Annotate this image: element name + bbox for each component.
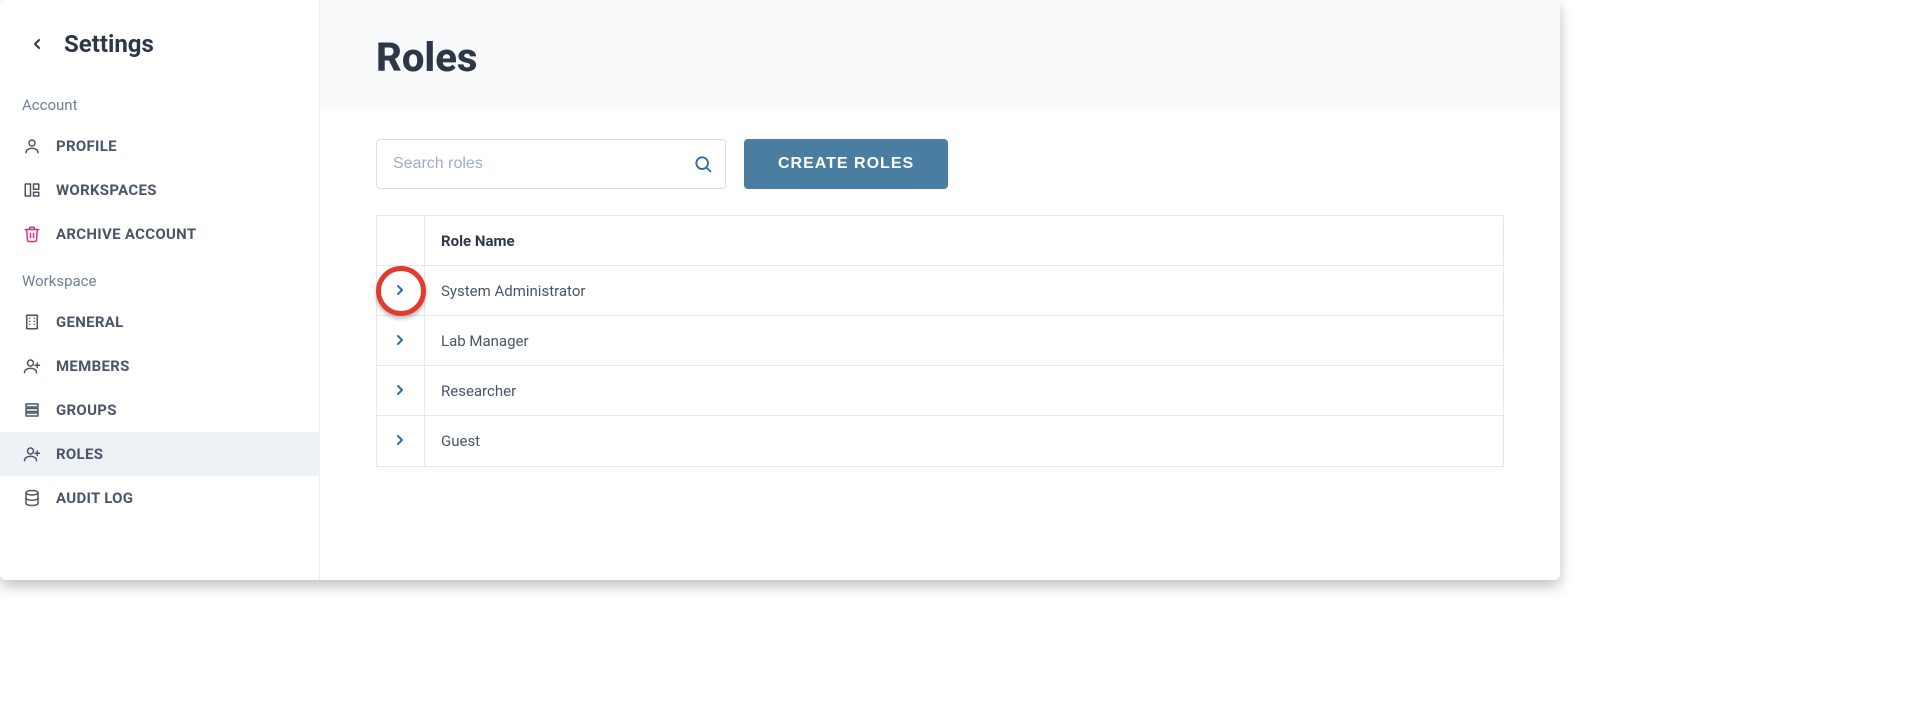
- workspaces-icon: [22, 180, 42, 200]
- sidebar-item-general[interactable]: GENERAL: [0, 300, 319, 344]
- back-icon[interactable]: [28, 35, 46, 53]
- building-icon: [22, 312, 42, 332]
- sidebar-item-label: ARCHIVE ACCOUNT: [56, 225, 196, 243]
- role-name-cell: System Administrator: [425, 266, 1503, 315]
- app-frame: Settings Account PROFILE WORKSPACES ARCHIVE…: [0, 0, 1560, 580]
- role-name-cell: Researcher: [425, 366, 1503, 415]
- content: CREATE ROLES Role Name System Administra…: [320, 111, 1560, 580]
- search-wrap: [376, 139, 726, 189]
- person-plus-icon: [22, 356, 42, 376]
- role-name-cell: Guest: [425, 416, 1503, 466]
- expand-cell: [377, 366, 425, 415]
- chevron-right-icon[interactable]: [392, 382, 410, 400]
- sidebar-item-label: WORKSPACES: [56, 181, 157, 199]
- sidebar-item-profile[interactable]: PROFILE: [0, 124, 319, 168]
- table-header-expand-cell: [377, 216, 425, 265]
- sidebar-item-label: AUDIT LOG: [56, 489, 133, 507]
- sidebar-item-label: PROFILE: [56, 137, 117, 155]
- trash-icon: [22, 224, 42, 244]
- settings-sidebar: Settings Account PROFILE WORKSPACES ARCHIVE…: [0, 0, 320, 580]
- sidebar-item-archive-account[interactable]: ARCHIVE ACCOUNT: [0, 212, 319, 256]
- sidebar-item-workspaces[interactable]: WORKSPACES: [0, 168, 319, 212]
- sidebar-item-members[interactable]: MEMBERS: [0, 344, 319, 388]
- sidebar-item-label: GENERAL: [56, 313, 124, 331]
- person-plus-icon: [22, 444, 42, 464]
- sidebar-section-label: Workspace: [0, 256, 319, 300]
- sidebar-item-roles[interactable]: ROLES: [0, 432, 319, 476]
- toolbar: CREATE ROLES: [376, 139, 1504, 189]
- chevron-right-icon[interactable]: [392, 282, 410, 300]
- search-icon[interactable]: [692, 153, 714, 175]
- create-roles-button[interactable]: CREATE ROLES: [744, 139, 948, 189]
- database-icon: [22, 488, 42, 508]
- expand-cell: [377, 266, 425, 315]
- table-body: System AdministratorLab ManagerResearche…: [377, 266, 1503, 466]
- role-name-cell: Lab Manager: [425, 316, 1503, 365]
- table-row: System Administrator: [377, 266, 1503, 316]
- table-row: Researcher: [377, 366, 1503, 416]
- sidebar-item-label: MEMBERS: [56, 357, 130, 375]
- person-icon: [22, 136, 42, 156]
- page-header: Roles: [320, 0, 1560, 111]
- table-header-row: Role Name: [377, 216, 1503, 266]
- main-area: Roles CREATE ROLES Role Name System Admi…: [320, 0, 1560, 580]
- sidebar-item-audit-log[interactable]: AUDIT LOG: [0, 476, 319, 520]
- sidebar-header: Settings: [0, 30, 319, 80]
- chevron-right-icon[interactable]: [392, 432, 410, 450]
- sidebar-item-label: ROLES: [56, 445, 103, 463]
- stack-icon: [22, 400, 42, 420]
- roles-table: Role Name System AdministratorLab Manage…: [376, 215, 1504, 467]
- chevron-right-icon[interactable]: [392, 332, 410, 350]
- expand-cell: [377, 416, 425, 466]
- table-row: Guest: [377, 416, 1503, 466]
- table-row: Lab Manager: [377, 316, 1503, 366]
- search-input[interactable]: [376, 139, 726, 189]
- page-title: Roles: [376, 34, 1504, 81]
- sidebar-section-label: Account: [0, 80, 319, 124]
- table-header-role-name: Role Name: [425, 216, 1503, 265]
- sidebar-title: Settings: [64, 30, 154, 58]
- expand-cell: [377, 316, 425, 365]
- sidebar-item-label: GROUPS: [56, 401, 117, 419]
- sidebar-item-groups[interactable]: GROUPS: [0, 388, 319, 432]
- sidebar-sections: Account PROFILE WORKSPACES ARCHIVE ACCOUNT W…: [0, 80, 319, 520]
